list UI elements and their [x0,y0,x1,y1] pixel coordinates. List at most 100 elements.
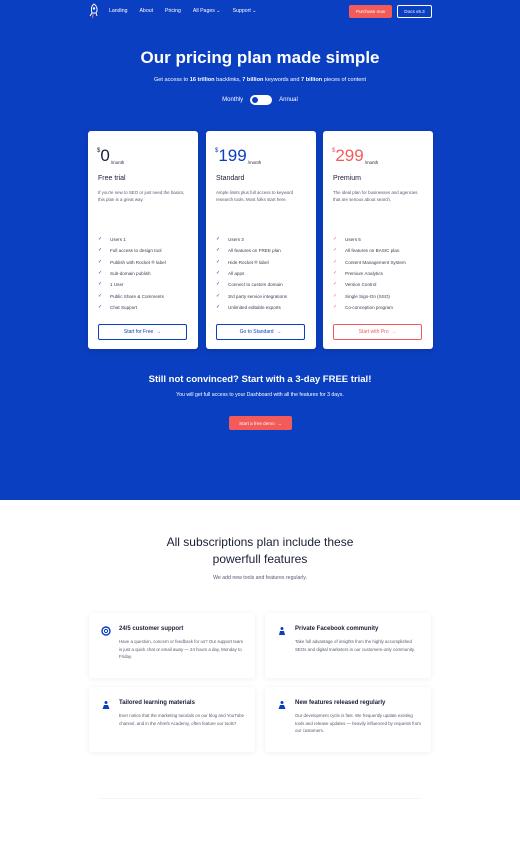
plan-feature-label: 3rd party service integrations [228,293,287,299]
hero-subtitle-bold: 16 trillion [189,77,215,83]
plan-feature: ✓ Users 3 [216,234,287,245]
plan-feature: ✓ Sub-domain publish [98,268,166,279]
plan-feature: ✓ Publish with Rocket ® label [98,257,166,268]
plan-feature-list: ✓ Users 3 ✓ All features on FREE plan ✓ Hid… [216,234,287,313]
feature-title: Private Facebook community [295,626,379,632]
check-icon: ✓ [98,281,103,288]
start-with-pro-button[interactable]: Start with Pro → [333,324,422,340]
nav-link-support[interactable]: Support ⌄ [233,8,257,14]
check-icon: ✓ [216,281,221,288]
nav-link-landing[interactable]: Landing [109,8,127,14]
hero-subtitle-bold: 7 billion [242,77,264,83]
plan-price: $ 0 /month [97,146,124,165]
plan-feature-label: Users 1 [110,237,126,243]
check-icon: ✓ [333,281,338,288]
docs-button[interactable]: Docs v5.3 [397,5,432,18]
plan-feature-label: All features on BASIC plan [345,248,400,254]
nav-link-all-pages[interactable]: All Pages ⌄ [193,8,221,14]
plan-name: Premium [333,175,362,182]
plan-feature: ✓ All features on FREE plan [216,245,287,256]
plan-feature-label: All features on FREE plan [228,248,281,254]
check-icon: ✓ [98,292,103,299]
plan-description: Ample limits plus full access to keyword… [216,190,294,202]
hero-wave-divider [0,455,520,495]
rocket-logo-icon[interactable] [86,3,100,19]
plan-feature: ✓ Users 5 [333,234,406,245]
plan-feature: ✓ Hide Rocket ® label [216,257,287,268]
toggle-label-monthly: Monthly [222,97,244,103]
plan-description: If you're new to SEO or just need the ba… [98,190,185,202]
feature-card-learning: Tailored learning materials Ever notice … [89,687,255,752]
features-subtitle: We add new tools and features regularly. [213,575,307,581]
hero-subtitle-text: keywords and [263,77,302,83]
check-icon: ✓ [216,303,221,310]
plan-feature-label: Version Control [345,282,377,288]
plan-feature-label: Users 5 [345,237,361,243]
hero-subtitle-text: pieces of content [322,77,367,83]
toggle-label-annual: Annual [279,97,298,103]
check-icon: ✓ [98,258,103,265]
check-icon: ✓ [333,247,338,254]
nav-link-pricing[interactable]: Pricing [165,8,181,14]
hero-subtitle-text: backlinks, [214,77,243,83]
feature-description: Ever notice that the marketing tutorials… [119,713,245,726]
nav-link-support-label: Support [232,8,251,14]
arrow-right-icon: → [276,329,282,335]
features-title-line: All subscriptions plan include these [166,535,354,549]
plan-feature: ✓ 1 User [98,279,166,290]
plan-description: The ideal plan for businesses and agenci… [333,190,418,202]
check-icon: ✓ [98,236,103,243]
plan-amount: 0 [100,146,110,165]
plan-feature: ✓ All apps [216,268,287,279]
check-icon: ✓ [333,303,338,310]
arrow-right-icon: → [391,329,397,335]
plan-price: $ 299 /month [332,146,378,165]
plan-feature-label: Hide Rocket ® label [228,259,269,265]
community-icon [279,627,285,635]
plan-amount: 299 [335,146,364,165]
plan-feature-label: Premium Analytics [345,271,383,277]
page-title: Our pricing plan made simple [140,48,380,67]
plan-feature-label: Users 3 [228,237,244,243]
feature-description: Take full advantage of insights from the… [295,639,415,652]
plan-feature: ✓ Content Management System [333,257,406,268]
arrow-right-icon: → [156,329,162,335]
plan-feature: ✓ Co-conception program [333,302,406,313]
purchase-now-button[interactable]: Purchase now [349,5,392,18]
check-icon: ✓ [98,303,103,310]
arrow-right-icon: → [277,420,282,426]
go-to-standard-button[interactable]: Go to Standard → [216,324,305,340]
plan-card-free: $ 0 /month Free trial If you're new to S… [88,131,198,349]
plan-feature-label: Publish with Rocket ® label [110,259,166,265]
plan-feature: ✓ Premium Analytics [333,268,406,279]
nav-links: Landing About Pricing All Pages ⌄ Suppor… [109,8,269,14]
plan-period: /month [110,160,125,165]
trial-subtitle: You will get full access to your Dashboa… [176,392,344,398]
feature-description: Our development cycle is fast. We freque… [295,713,421,733]
plan-name: Free trial [98,175,126,182]
cta-label: Go to Standard [239,329,274,335]
hero-subtitle-text: Get access to [153,77,190,83]
cta-label: Start for Free [123,329,154,335]
check-icon: ✓ [216,270,221,277]
plan-feature: ✓ Version Control [333,279,406,290]
plan-feature-label: Full access to design tool [110,248,162,254]
start-free-demo-button[interactable]: Start a free demo → [229,416,292,430]
check-icon: ✓ [98,270,103,277]
hero-subtitle-bold: 7 billion [301,77,323,83]
feature-title: Tailored learning materials [119,700,195,706]
top-nav: Landing About Pricing All Pages ⌄ Suppor… [0,0,520,24]
plan-feature: ✓ Full access to design tool [98,245,166,256]
billing-period-switch[interactable] [250,95,273,105]
plan-feature-list: ✓ Users 1 ✓ Full access to design tool ✓ Pu… [98,234,166,313]
nav-link-about[interactable]: About [139,8,153,14]
start-free-button[interactable]: Start for Free → [98,324,187,340]
plan-feature-label: 1 User [110,282,124,288]
plan-feature-label: Public Share & Comments [110,293,164,299]
plan-name: Standard [216,175,245,182]
chevron-down-icon: ⌄ [252,8,257,14]
check-icon: ✓ [98,247,103,254]
plan-card-premium: $ 299 /month Premium The ideal plan for … [323,131,433,349]
feature-card-updates: New features released regularly Our deve… [265,687,431,752]
plan-price: $ 199 /month [215,146,261,165]
